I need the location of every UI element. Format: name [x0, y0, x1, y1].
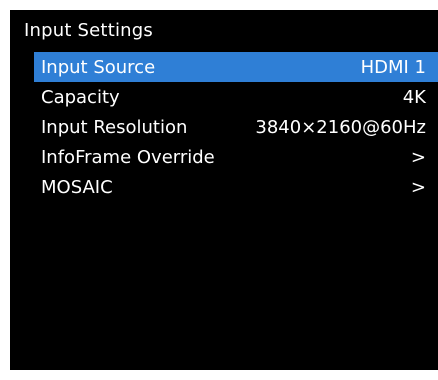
menu-item-label: Input Source: [41, 56, 156, 78]
menu-item-value: 4K: [402, 86, 426, 108]
menu-item-capacity[interactable]: Capacity 4K: [34, 82, 438, 112]
settings-menu: Input Source HDMI 1 Capacity 4K Input Re…: [34, 52, 438, 202]
menu-item-input-resolution[interactable]: Input Resolution 3840×2160@60Hz: [34, 112, 438, 142]
menu-item-label: InfoFrame Override: [41, 146, 215, 168]
menu-item-label: Input Resolution: [41, 116, 188, 138]
menu-item-value: HDMI 1: [360, 56, 426, 78]
menu-item-mosaic[interactable]: MOSAIC >: [34, 172, 438, 202]
menu-item-input-source[interactable]: Input Source HDMI 1: [34, 52, 438, 82]
settings-screen: Input Settings Input Source HDMI 1 Capac…: [10, 10, 438, 370]
chevron-right-icon: >: [410, 146, 426, 168]
page-title: Input Settings: [24, 20, 153, 41]
menu-item-label: MOSAIC: [41, 176, 113, 198]
menu-item-label: Capacity: [41, 86, 120, 108]
menu-item-infoframe-override[interactable]: InfoFrame Override >: [34, 142, 438, 172]
chevron-right-icon: >: [410, 176, 426, 198]
menu-item-value: 3840×2160@60Hz: [255, 116, 426, 138]
